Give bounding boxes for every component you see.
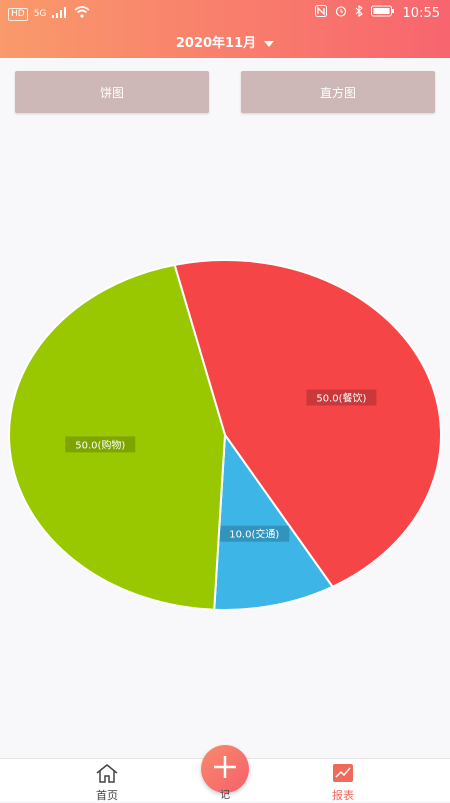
add-record-label: 记 [220, 790, 230, 801]
tab-report[interactable]: 报表 [303, 763, 383, 803]
status-bar: HD 5G 10:55 [0, 0, 450, 26]
wifi-icon [74, 6, 90, 22]
pie-chart-button[interactable]: 饼图 [15, 71, 209, 113]
plus-icon [212, 754, 238, 784]
month-title: 2020年11月 [175, 36, 257, 51]
alarm-icon [335, 5, 347, 21]
nfc-icon [314, 5, 327, 21]
bluetooth-icon [355, 4, 363, 21]
slice-label-1: 10.0(交通) [229, 528, 279, 541]
battery-icon [370, 5, 395, 21]
slice-label-0: 50.0(餐饮) [316, 392, 366, 405]
hd-badge: HD [8, 7, 28, 21]
network-type: 5G [33, 9, 47, 19]
home-icon [95, 764, 119, 786]
chart-report-icon [332, 764, 354, 786]
tab-home[interactable]: 首页 [67, 763, 147, 803]
app-header: HD 5G 10:55 2020年11月 [0, 0, 450, 58]
caret-down-icon [264, 40, 275, 47]
tab-home-label: 首页 [96, 789, 118, 802]
signal-icon [52, 6, 68, 22]
histogram-button[interactable]: 直方图 [241, 71, 435, 113]
tab-report-label: 报表 [332, 789, 354, 802]
pie-chart: 50.0(餐饮) 10.0(交通) 50.0(购物) [8, 259, 442, 611]
month-selector[interactable]: 2020年11月 [0, 32, 450, 51]
clock-time: 10:55 [402, 5, 440, 21]
slice-label-2: 50.0(购物) [75, 438, 125, 451]
